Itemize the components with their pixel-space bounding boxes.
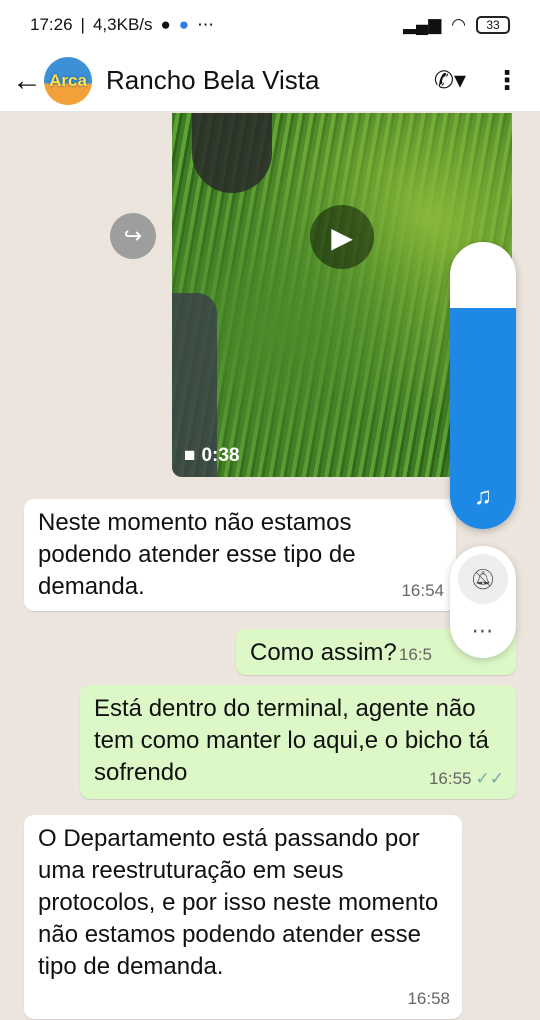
shield-icon: ● — [160, 15, 171, 34]
avatar-logo-text: Arca — [49, 70, 87, 90]
play-icon[interactable]: ▶ — [310, 205, 374, 269]
status-bar: 17:26 | 4,3KB/s ● ● ⋯ ▂▄▆ ◠ 33 — [0, 0, 540, 50]
more-horizontal-icon[interactable]: ⋯ — [450, 618, 516, 644]
status-right: ▂▄▆ ◠ 33 — [403, 15, 510, 35]
network-speed: 4,3KB/s — [92, 15, 153, 34]
message-time: 16:58 — [407, 989, 450, 1008]
message-time: 16:54 — [401, 581, 444, 600]
more-notifications-icon: ⋯ — [197, 15, 215, 34]
blue-dot-icon: ● — [178, 15, 190, 34]
video-camera-icon: ■ — [184, 445, 196, 466]
more-vertical-icon[interactable]: ⋮ — [494, 65, 520, 96]
bell-off-icon[interactable]: 🔕︎ — [458, 554, 508, 604]
message-bubble-incoming[interactable]: O Departamento está passando por uma ree… — [24, 815, 462, 1019]
message-time: 16:55 ✓✓ — [429, 763, 504, 795]
message-bubble-incoming[interactable]: Neste momento não estamos podendo atende… — [24, 499, 456, 611]
wifi-icon: ◠ — [451, 15, 466, 34]
status-left: 17:26 | 4,3KB/s ● ● ⋯ — [30, 15, 214, 35]
music-note-icon: ♫ — [474, 483, 492, 510]
battery-icon: 33 — [476, 16, 510, 34]
message-bubble-outgoing[interactable]: Está dentro do terminal, agente não tem … — [80, 685, 516, 799]
volume-controls: 🔕︎ ⋯ — [450, 546, 516, 658]
status-time: 17:26 — [30, 15, 73, 34]
message-text: O Departamento está passando por uma ree… — [38, 825, 439, 980]
volume-slider[interactable]: ♫ — [450, 242, 516, 529]
phone-dropdown-icon[interactable]: ✆▾ — [434, 66, 466, 95]
video-duration: ■ 0:38 — [184, 445, 240, 467]
double-check-icon: ✓✓ — [475, 769, 505, 788]
header-actions: ✆▾ ⋮ — [434, 65, 528, 96]
avatar[interactable]: Arca — [44, 56, 92, 105]
video-frame-shadow — [192, 113, 272, 193]
arrow-left-icon[interactable]: ← — [12, 64, 42, 98]
message-time: 16:5 — [398, 645, 432, 664]
message-text: Como assim? — [250, 639, 397, 666]
status-divider: | — [80, 15, 85, 34]
chat-header: ← Arca Rancho Bela Vista ✆▾ ⋮ — [0, 50, 540, 112]
chat-title[interactable]: Rancho Bela Vista — [106, 65, 319, 96]
message-time-text: 16:55 — [428, 769, 472, 788]
signal-icon: ▂▄▆ — [402, 15, 442, 34]
message-text: Neste momento não estamos podendo atende… — [38, 509, 356, 600]
chat-area[interactable]: ↪ ▶ ■ 0:38 16 Neste momento não estamos … — [0, 113, 540, 1020]
forward-icon[interactable]: ↪ — [110, 213, 156, 259]
video-duration-text: 0:38 — [201, 445, 240, 466]
